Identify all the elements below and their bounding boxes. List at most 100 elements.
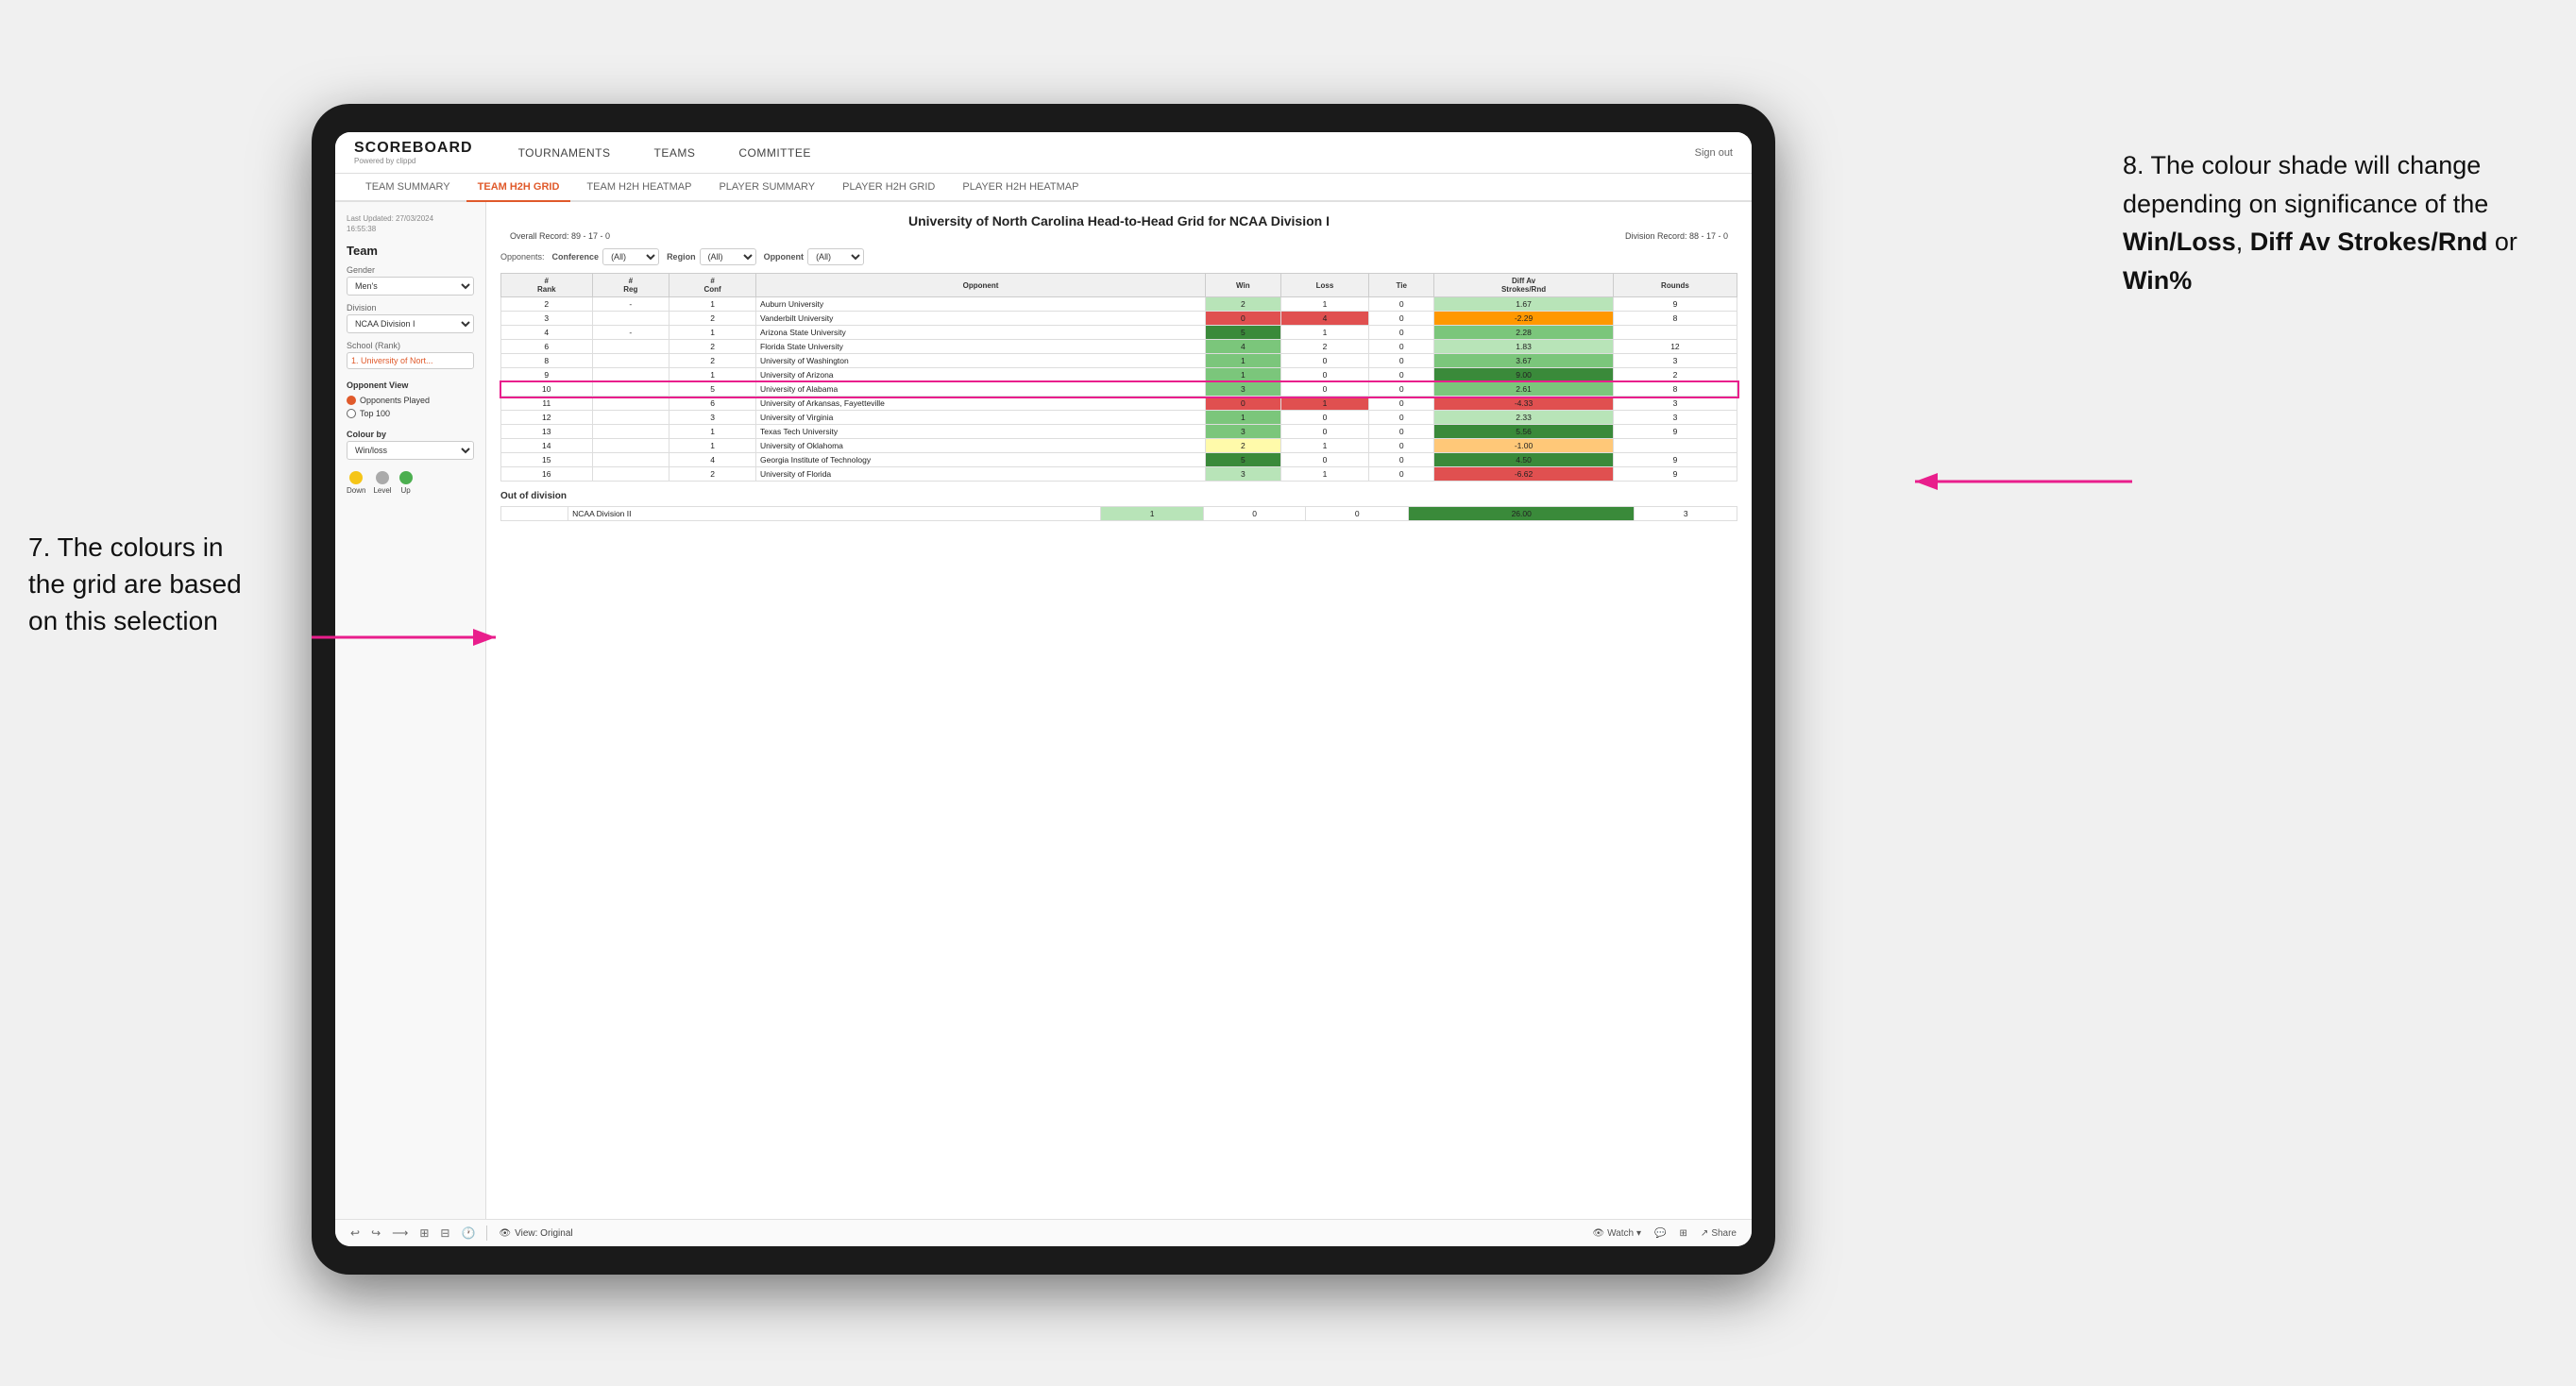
nav-teams[interactable]: TEAMS [647,143,703,163]
table-row: 15 4 Georgia Institute of Technology 5 0… [501,453,1737,467]
cell-rank: 10 [501,382,593,397]
tab-player-h2h-grid[interactable]: PLAYER H2H GRID [831,174,946,202]
gender-select[interactable]: Men's [347,277,474,296]
cell-loss: 0 [1280,368,1369,382]
cell-win: 0 [1205,397,1280,411]
view-original[interactable]: 👁 View: Original [499,1228,572,1239]
division-select[interactable]: NCAA Division I [347,314,474,333]
ood-win: 1 [1101,507,1204,521]
cell-opponent: Auburn University [756,297,1206,312]
cell-loss: 1 [1280,326,1369,340]
cell-tie: 0 [1369,467,1434,482]
cell-reg [592,425,669,439]
table-row: 2 - 1 Auburn University 2 1 0 1.67 9 [501,297,1737,312]
present-button[interactable]: ⊞ [1680,1228,1687,1239]
radio-dot-top100 [347,409,356,418]
opponent-filter-label: Opponent [764,252,805,262]
forward-icon[interactable]: ⟶ [392,1226,408,1240]
school-label: School (Rank) [347,341,474,350]
legend-down-circle [349,471,363,484]
cell-diff: -1.00 [1434,439,1614,453]
cell-conf: 2 [669,340,756,354]
sign-out-link[interactable]: Sign out [1695,147,1733,159]
region-select[interactable]: (All) [700,248,756,265]
cell-win: 4 [1205,340,1280,354]
opponent-filter: Opponent (All) [764,248,865,265]
cell-win: 2 [1205,297,1280,312]
cell-conf: 1 [669,297,756,312]
redo-icon[interactable]: ↪ [371,1226,381,1240]
cell-rounds: 9 [1613,453,1737,467]
grid-icon[interactable]: ⊟ [440,1226,449,1240]
logo-subtitle: Powered by clippd [354,157,473,165]
colour-by-select[interactable]: Win/loss Diff Av Strokes/Rnd Win% [347,441,474,460]
tab-player-summary[interactable]: PLAYER SUMMARY [707,174,826,202]
cell-diff: 1.83 [1434,340,1614,354]
comment-button[interactable]: 💬 [1654,1228,1666,1239]
table-row: 12 3 University of Virginia 1 0 0 2.33 3 [501,411,1737,425]
undo-icon[interactable]: ↩ [350,1226,360,1240]
nav-tournaments[interactable]: TOURNAMENTS [511,143,619,163]
annotation-bold-winpct: Win% [2123,266,2192,295]
cell-tie: 0 [1369,368,1434,382]
legend-down: Down [347,471,365,495]
filter-row: Opponents: Conference (All) Region (All) [500,248,1737,265]
cell-rank: 13 [501,425,593,439]
col-opponent: Opponent [756,274,1206,297]
out-of-division-title: Out of division [500,491,1737,501]
cell-rounds [1613,439,1737,453]
cell-win: 3 [1205,467,1280,482]
cell-rank: 2 [501,297,593,312]
tab-team-summary[interactable]: TEAM SUMMARY [354,174,462,202]
conference-select[interactable]: (All) [602,248,659,265]
table-row: 3 2 Vanderbilt University 0 4 0 -2.29 8 [501,312,1737,326]
cell-rank: 11 [501,397,593,411]
share-button[interactable]: ↗ Share [1701,1228,1737,1239]
legend-up: Up [399,471,413,495]
watch-button[interactable]: 👁 Watch ▾ [1592,1228,1641,1239]
cell-tie: 0 [1369,354,1434,368]
cell-loss: 0 [1280,453,1369,467]
cell-loss: 1 [1280,439,1369,453]
cell-opponent: University of Arizona [756,368,1206,382]
copy-icon[interactable]: ⊞ [419,1226,429,1240]
nav-committee[interactable]: COMMITTEE [731,143,819,163]
cell-opponent: Texas Tech University [756,425,1206,439]
clock-icon[interactable]: 🕐 [461,1226,475,1240]
cell-conf: 5 [669,382,756,397]
cell-win: 0 [1205,312,1280,326]
ood-label: NCAA Division II [568,507,1101,521]
cell-rounds: 3 [1613,354,1737,368]
cell-win: 3 [1205,382,1280,397]
tab-team-h2h-heatmap[interactable]: TEAM H2H HEATMAP [575,174,703,202]
ood-blank [501,507,568,521]
tab-team-h2h-grid[interactable]: TEAM H2H GRID [466,174,571,202]
cell-loss: 0 [1280,425,1369,439]
cell-rank: 14 [501,439,593,453]
cell-rank: 15 [501,453,593,467]
cell-reg [592,382,669,397]
table-row: 11 6 University of Arkansas, Fayettevill… [501,397,1737,411]
opponents-label: Opponents: [500,252,545,262]
cell-opponent: University of Alabama [756,382,1206,397]
radio-opponents-played[interactable]: Opponents Played [347,396,474,405]
cell-loss: 0 [1280,382,1369,397]
cell-rounds: 8 [1613,312,1737,326]
cell-rounds [1613,326,1737,340]
school-value[interactable]: 1. University of Nort... [347,352,474,369]
table-row: 10 5 University of Alabama 3 0 0 2.61 8 [501,382,1737,397]
cell-conf: 6 [669,397,756,411]
cell-conf: 1 [669,425,756,439]
legend-up-circle [399,471,413,484]
cell-loss: 2 [1280,340,1369,354]
radio-top100[interactable]: Top 100 [347,409,474,418]
conference-filter: Conference (All) [552,248,660,265]
opponent-select[interactable]: (All) [807,248,864,265]
cell-tie: 0 [1369,411,1434,425]
cell-rounds: 3 [1613,411,1737,425]
cell-opponent: Arizona State University [756,326,1206,340]
table-row: 13 1 Texas Tech University 3 0 0 5.56 9 [501,425,1737,439]
cell-diff: 4.50 [1434,453,1614,467]
tab-player-h2h-heatmap[interactable]: PLAYER H2H HEATMAP [951,174,1090,202]
col-diff: Diff AvStrokes/Rnd [1434,274,1614,297]
